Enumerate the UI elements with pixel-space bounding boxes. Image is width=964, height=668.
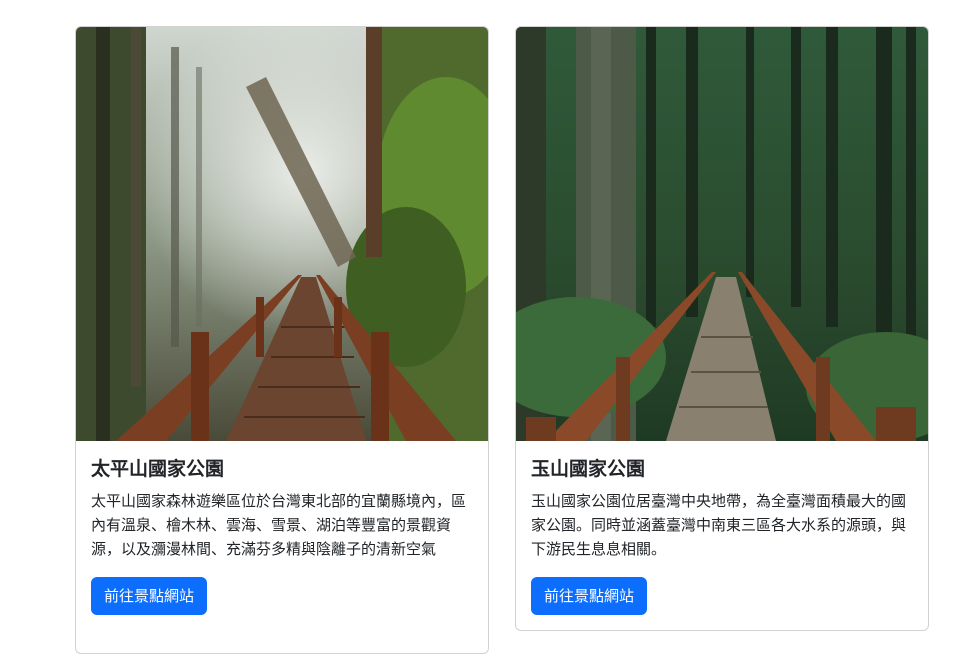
card-title: 玉山國家公園 — [531, 458, 646, 480]
card-description: 太平山國家森林遊樂區位於台灣東北部的宜蘭縣境內，區內有溫泉、檜木林、雲海、雪景、… — [91, 492, 467, 558]
visit-site-button[interactable]: 前往景點網站 — [531, 577, 648, 615]
card-description: 玉山國家公園位居臺灣中央地帶，為全臺灣面積最大的國家公園。同時並涵蓋臺灣中南東三… — [531, 492, 907, 558]
attraction-card: 太平山國家公園 太平山國家森林遊樂區位於台灣東北部的宜蘭縣境內，區內有溫泉、檜木… — [75, 26, 489, 654]
visit-site-button[interactable]: 前往景點網站 — [91, 577, 208, 615]
attraction-card: 玉山國家公園 玉山國家公園位居臺灣中央地帶，為全臺灣面積最大的國家公園。同時並涵… — [515, 26, 929, 631]
forest-boardwalk-image — [516, 27, 928, 441]
card-title: 太平山國家公園 — [91, 458, 225, 480]
forest-boardwalk-image — [76, 27, 488, 441]
